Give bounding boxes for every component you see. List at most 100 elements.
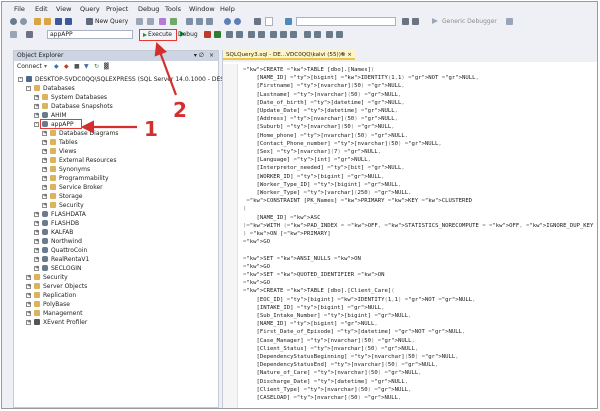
folder-icon — [42, 103, 48, 109]
query-designer-icon[interactable] — [236, 31, 243, 38]
database-selector[interactable]: appAPP — [47, 30, 133, 39]
connect-button[interactable]: Connect — [17, 62, 42, 72]
results-text-icon[interactable] — [270, 31, 277, 38]
connect-dropdown-icon[interactable]: ▾ — [44, 62, 47, 72]
redo-icon[interactable] — [234, 18, 241, 25]
solution-config-icon[interactable] — [254, 18, 261, 25]
close-tab-icon[interactable]: ⊗ × — [341, 50, 352, 60]
pin-icon[interactable]: ▾ ∅ — [194, 51, 204, 61]
code-line: [Update_Date] ="ty">[datetime] ="gr">NUL… — [243, 108, 398, 114]
cancel-query-icon[interactable] — [204, 31, 211, 38]
expand-icon[interactable]: + — [26, 275, 31, 280]
filter-icon[interactable]: ▼ — [84, 62, 89, 72]
expand-icon[interactable]: + — [34, 257, 39, 262]
close-icon[interactable]: × — [209, 51, 214, 61]
comment-icon[interactable] — [304, 31, 311, 38]
object-explorer-icon[interactable] — [402, 18, 409, 25]
debug-button[interactable]: Debug — [178, 31, 198, 38]
increase-indent-icon[interactable] — [336, 31, 343, 38]
editor-tab-label: SQLQuery3.sql - DE...VDC0QQ\kalvi (55))* — [226, 52, 344, 58]
expand-icon[interactable]: + — [42, 203, 47, 208]
database-query-icon[interactable] — [136, 18, 143, 25]
editor-tab[interactable]: SQLQuery3.sql - DE...VDC0QQ\kalvi (55))*… — [223, 50, 355, 60]
root-folder-label: XEvent Profiler — [43, 319, 88, 326]
expand-icon[interactable]: + — [42, 158, 47, 163]
expand-icon[interactable]: + — [42, 185, 47, 190]
save-icon[interactable] — [55, 18, 62, 25]
cut-icon[interactable] — [186, 18, 193, 25]
copy-icon[interactable] — [196, 18, 203, 25]
expand-icon[interactable]: + — [42, 131, 47, 136]
decrease-indent-icon[interactable] — [326, 31, 333, 38]
stop-icon[interactable]: ■ — [74, 62, 80, 72]
activity-monitor-icon[interactable]: ▓ — [104, 62, 109, 72]
expand-icon[interactable]: + — [26, 311, 31, 316]
collapse-icon[interactable]: - — [34, 122, 39, 127]
find-combobox[interactable] — [296, 17, 396, 26]
expand-icon[interactable]: + — [26, 320, 31, 325]
collapse-icon[interactable]: - — [26, 86, 31, 91]
code-area[interactable]: ="kw">CREATE ="kw">TABLE [dbo].[Names]( … — [223, 64, 597, 408]
results-file-icon[interactable] — [290, 31, 297, 38]
open-file-icon[interactable] — [44, 18, 51, 25]
expand-icon[interactable]: + — [42, 149, 47, 154]
menu-file[interactable]: File — [14, 5, 25, 13]
generic-debugger-button[interactable]: Generic Debugger — [442, 18, 497, 25]
execute-button[interactable]: Execute — [139, 29, 177, 41]
start-debug-icon[interactable] — [432, 18, 438, 24]
display-plan-icon[interactable] — [226, 31, 233, 38]
expand-icon[interactable]: + — [34, 95, 39, 100]
expand-icon[interactable]: + — [34, 230, 39, 235]
save-all-icon[interactable] — [65, 18, 72, 25]
expand-icon[interactable]: + — [42, 194, 47, 199]
find-icon[interactable] — [285, 18, 292, 25]
toolbar-options-icon[interactable] — [506, 18, 513, 25]
new-project-icon[interactable] — [34, 18, 41, 25]
menu-tools[interactable]: Tools — [165, 5, 181, 13]
back-icon[interactable] — [10, 18, 17, 25]
disconnect-icon[interactable]: ◆ — [64, 62, 69, 72]
forward-icon[interactable] — [20, 18, 27, 25]
intellisense-icon[interactable] — [248, 31, 255, 38]
connect-object-icon[interactable]: ◆ — [54, 62, 59, 72]
menu-window[interactable]: Window — [189, 5, 215, 13]
expand-icon[interactable]: + — [42, 140, 47, 145]
expand-icon[interactable]: + — [34, 221, 39, 226]
menu-edit[interactable]: Edit — [35, 5, 48, 13]
menu-project[interactable]: Project — [106, 5, 128, 13]
expand-icon[interactable]: + — [34, 266, 39, 271]
folder-icon — [34, 310, 40, 316]
change-connection-icon[interactable] — [26, 31, 33, 38]
expand-icon[interactable]: + — [34, 212, 39, 217]
expand-icon[interactable]: + — [34, 113, 39, 118]
results-grid-icon[interactable] — [280, 31, 287, 38]
expand-icon[interactable]: + — [34, 248, 39, 253]
undo-icon[interactable] — [224, 18, 231, 25]
database-icon — [42, 247, 48, 253]
menu-query[interactable]: Query — [80, 5, 100, 13]
include-plan-icon[interactable] — [258, 31, 265, 38]
expand-icon[interactable]: + — [42, 167, 47, 172]
expand-icon[interactable]: + — [26, 302, 31, 307]
refresh-icon[interactable]: ↻ — [94, 62, 99, 72]
menu-help[interactable]: Help — [220, 5, 235, 13]
template-explorer-icon[interactable] — [412, 18, 419, 25]
new-query-button[interactable]: New Query — [95, 18, 128, 25]
analysis-query-icon[interactable] — [147, 18, 154, 25]
uncomment-icon[interactable] — [314, 31, 321, 38]
expand-icon[interactable]: + — [26, 293, 31, 298]
paste-icon[interactable] — [206, 18, 213, 25]
database-icon — [42, 112, 48, 118]
menu-view[interactable]: View — [56, 5, 71, 13]
collapse-icon[interactable]: - — [18, 77, 23, 82]
expand-icon[interactable]: + — [26, 284, 31, 289]
expand-icon[interactable]: + — [42, 176, 47, 181]
expand-icon[interactable]: + — [34, 104, 39, 109]
expand-icon[interactable]: + — [34, 239, 39, 244]
menu-debug[interactable]: Debug — [138, 5, 159, 13]
xmla-query-icon[interactable] — [170, 18, 177, 25]
parse-icon[interactable] — [214, 31, 221, 38]
config-dropdown[interactable] — [265, 17, 273, 26]
dmx-query-icon[interactable] — [159, 18, 166, 25]
new-query-icon[interactable] — [86, 18, 93, 25]
